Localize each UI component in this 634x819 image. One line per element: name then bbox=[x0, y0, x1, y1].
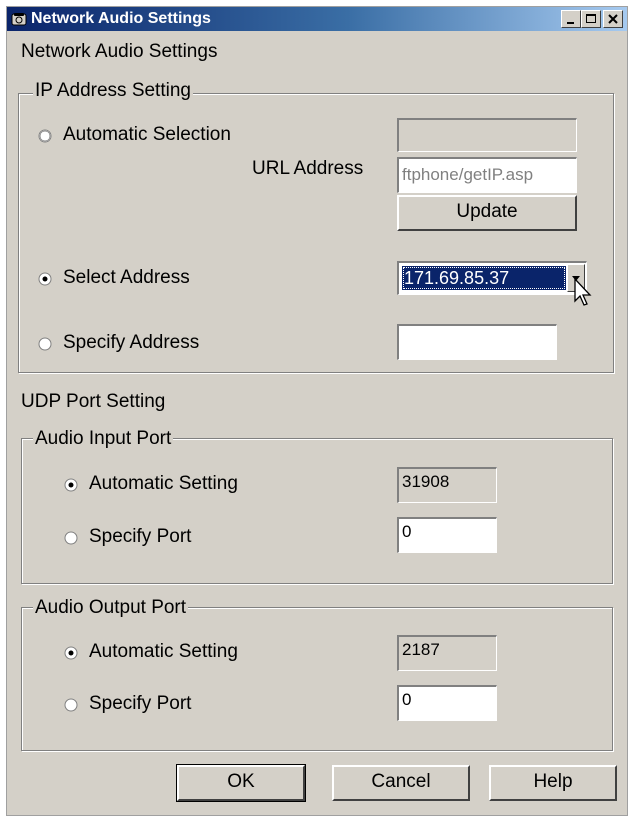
maximize-icon bbox=[586, 14, 596, 23]
output-auto-port-field: 2187 bbox=[397, 635, 497, 671]
input-auto-port-field: 31908 bbox=[397, 467, 497, 503]
url-address-label: URL Address bbox=[252, 158, 364, 179]
url-address-field[interactable]: ftphone/getIP.asp bbox=[397, 157, 577, 193]
automatic-selection-field bbox=[397, 118, 577, 152]
radio-icon[interactable] bbox=[64, 698, 78, 712]
selected-address-value: 171.69.85.37 bbox=[402, 266, 566, 290]
audio-output-legend: Audio Output Port bbox=[33, 597, 189, 619]
output-auto-setting-label[interactable]: Automatic Setting bbox=[89, 641, 238, 663]
automatic-selection-label[interactable]: Automatic Selection bbox=[63, 124, 231, 146]
radio-icon[interactable] bbox=[64, 646, 78, 660]
radio-icon[interactable] bbox=[38, 337, 52, 351]
minimize-icon bbox=[567, 22, 574, 24]
udp-port-heading: UDP Port Setting bbox=[21, 391, 166, 412]
help-button[interactable]: Help bbox=[489, 765, 617, 801]
output-specify-port-label[interactable]: Specify Port bbox=[89, 693, 191, 715]
maximize-button[interactable] bbox=[581, 10, 601, 28]
audio-input-legend: Audio Input Port bbox=[33, 428, 174, 450]
ip-group-legend: IP Address Setting bbox=[33, 80, 193, 102]
close-button[interactable] bbox=[603, 10, 623, 28]
ok-button-label: OK bbox=[227, 771, 255, 792]
radio-icon[interactable] bbox=[38, 129, 52, 143]
input-auto-setting-label[interactable]: Automatic Setting bbox=[89, 473, 238, 495]
close-icon bbox=[608, 14, 618, 24]
minimize-button[interactable] bbox=[561, 10, 581, 28]
select-address-dropdown[interactable]: 171.69.85.37 bbox=[397, 261, 587, 295]
title-bar[interactable]: Network Audio Settings bbox=[7, 7, 627, 31]
audio-input-port-group bbox=[21, 438, 613, 584]
specify-address-field[interactable] bbox=[397, 324, 557, 360]
audio-output-port-group bbox=[21, 607, 613, 751]
window-title: Network Audio Settings bbox=[31, 10, 211, 27]
update-button[interactable]: Update bbox=[397, 195, 577, 231]
select-address-label[interactable]: Select Address bbox=[63, 267, 190, 289]
cancel-button-label: Cancel bbox=[371, 771, 431, 792]
radio-icon[interactable] bbox=[64, 531, 78, 545]
phone-icon bbox=[11, 13, 27, 26]
specify-address-label[interactable]: Specify Address bbox=[63, 332, 199, 354]
output-specify-port-field[interactable]: 0 bbox=[397, 685, 497, 721]
radio-icon[interactable] bbox=[64, 478, 78, 492]
dialog-heading: Network Audio Settings bbox=[21, 41, 218, 62]
ok-button[interactable]: OK bbox=[176, 764, 306, 802]
radio-icon[interactable] bbox=[38, 272, 52, 286]
input-specify-port-label[interactable]: Specify Port bbox=[89, 526, 191, 548]
cancel-button[interactable]: Cancel bbox=[332, 765, 470, 801]
mouse-cursor-icon bbox=[574, 277, 592, 306]
dialog-window: Network Audio Settings Network Audio Set… bbox=[6, 6, 628, 816]
help-button-label: Help bbox=[533, 771, 573, 792]
input-specify-port-field[interactable]: 0 bbox=[397, 517, 497, 553]
